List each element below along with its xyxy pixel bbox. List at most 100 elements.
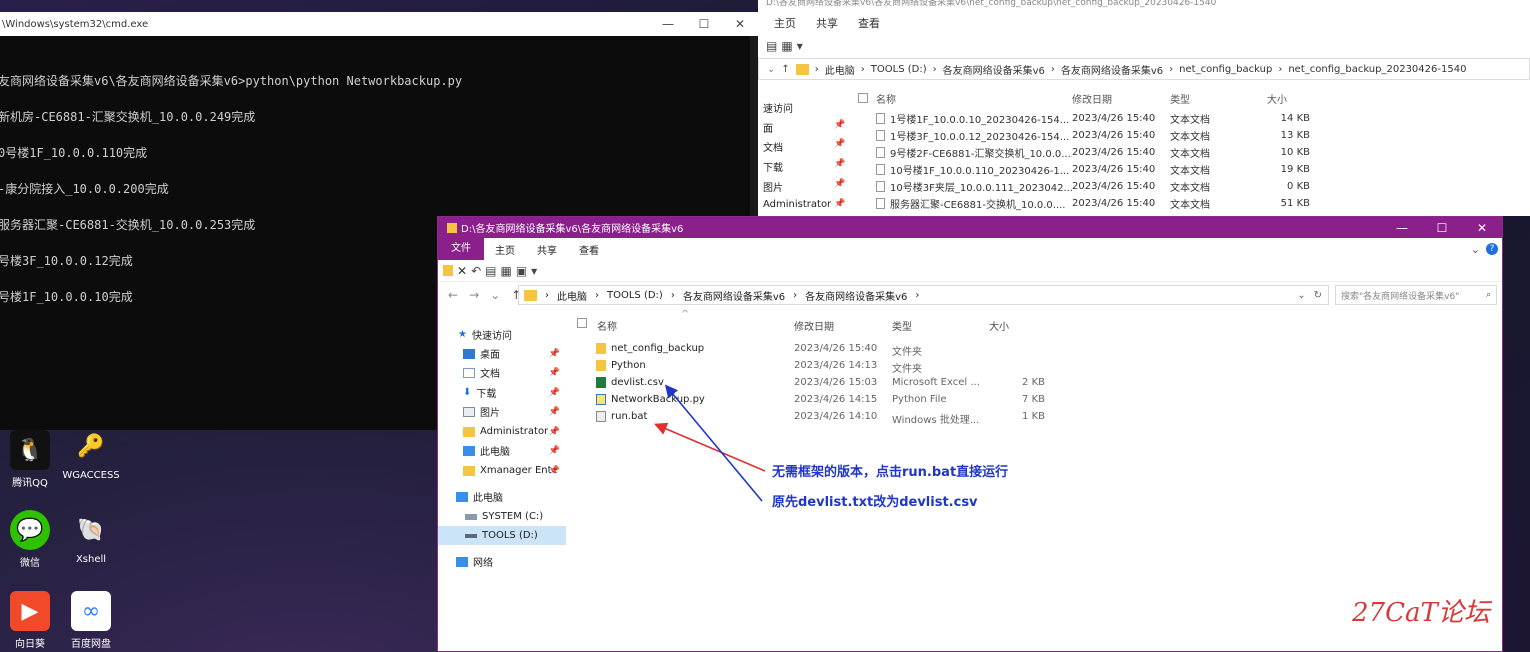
sidebar-item-system-c[interactable]: SYSTEM (C:) [438,507,566,526]
red-arrow [654,422,766,472]
properties-icon[interactable]: ▤ [766,39,777,53]
sidebar-item-documents[interactable]: 文档 📌 [438,363,566,382]
tab-home[interactable]: 主页 [764,15,806,31]
desktop-icon-sunflower[interactable]: ▶ 向日葵 [0,591,60,650]
nav-item[interactable]: 面 [763,120,773,135]
sidebar-item-tools-d[interactable]: TOOLS (D:) [438,526,566,545]
sidebar-item-network[interactable]: 网络 [438,552,566,571]
back-address-bar[interactable]: ⌄ ↑ › 此电脑 › TOOLS (D:) › 各友商网络设备采集v6 › 各… [758,58,1530,80]
back-explorer-title: D:\各友商网络设备采集v6\各友商网络设备采集v6\net_config_ba… [766,0,1217,8]
tab-share[interactable]: 共享 [806,15,848,31]
sidebar-item-desktop[interactable]: 桌面 📌 [438,344,566,363]
tab-view[interactable]: 查看 [568,242,610,257]
delete-icon[interactable]: ✕ [457,264,467,278]
refresh-icon[interactable]: ↻ [1314,290,1322,301]
table-row[interactable]: 9号楼2F-CE6881-汇聚交换机_10.0.0.... 2023/4/26 … [876,144,1498,161]
sidebar-item-pictures[interactable]: 图片 📌 [438,402,566,421]
file-type: 文本文档 [1170,166,1210,177]
back-explorer-window[interactable]: D:\各友商网络设备采集v6\各友商网络设备采集v6\net_config_ba… [758,0,1530,216]
sidebar-item-this-pc-pinned[interactable]: 此电脑 📌 [438,441,566,460]
front-explorer-window[interactable]: D:\各友商网络设备采集v6\各友商网络设备采集v6 — ☐ ✕ 文件 主页 共… [437,216,1503,652]
close-icon[interactable]: ✕ [1462,221,1502,235]
address-dropdown-icon[interactable]: ⌄ [1297,290,1305,301]
annotation-devlist: 原先devlist.txt改为devlist.csv [772,495,978,510]
recent-dropdown-icon[interactable]: ⌄ [490,288,500,302]
file-size: 14 KB [1280,113,1310,124]
undo-icon[interactable]: ↶ [471,264,481,278]
pin-icon: 📌 [548,367,560,378]
breadcrumb-item[interactable]: 各友商网络设备采集v6 [683,288,785,303]
close-icon[interactable]: ✕ [722,12,758,36]
breadcrumb-item[interactable]: 此电脑 [825,62,855,77]
file-type: 文本文档 [1170,132,1210,143]
pin-icon: 📌 [834,120,846,130]
pin-icon: 📌 [834,139,846,149]
breadcrumb-item[interactable]: net_config_backup [1179,64,1272,75]
sidebar-item-this-pc[interactable]: 此电脑 [438,487,566,506]
file-size: 0 KB [1287,181,1310,192]
expand-ribbon-icon[interactable]: ⌄ [1471,243,1486,256]
col-type[interactable]: 类型 [1170,91,1267,106]
desktop-icon-label: Xshell [75,554,107,565]
table-row[interactable]: 10号楼3F夹层_10.0.0.111_2023042... 2023/4/26… [876,178,1498,195]
dropdown-icon[interactable]: ▾ [797,39,803,53]
tab-share[interactable]: 共享 [526,242,568,257]
nav-item[interactable]: 图片 [763,179,783,194]
up-arrow-icon[interactable]: ↑ [781,64,789,75]
desktop-icon-wgaccess[interactable]: 🔑 WGACCESS [61,426,121,482]
breadcrumb-item[interactable]: 各友商网络设备采集v6 [943,62,1045,77]
desktop-icon-xshell[interactable]: 🐚 Xshell [61,510,121,566]
nav-item[interactable]: Administrator [763,199,831,210]
select-all-checkbox[interactable] [858,93,868,103]
tab-home[interactable]: 主页 [484,242,526,257]
cmd-title: \Windows\system32\cmd.exe [2,18,149,30]
desktop-icon-wechat[interactable]: 💬 微信 [0,510,60,569]
minimize-icon[interactable]: — [1382,221,1422,235]
sidebar-item-quick-access[interactable]: ★ 快速访问 [438,325,566,344]
maximize-icon[interactable]: ☐ [686,12,722,36]
sidebar-item-xmanager[interactable]: Xmanager Ente 📌 [438,461,566,480]
back-arrow-icon[interactable]: ← [448,288,458,302]
breadcrumb-item[interactable]: 此电脑 [557,288,587,303]
tab-file[interactable]: 文件 [438,238,484,260]
col-size[interactable]: 大小 [1267,91,1287,106]
nav-item[interactable]: 下载 [763,159,783,174]
properties-icon[interactable]: ▤ [485,264,496,278]
search-icon[interactable]: ⌕ [1486,290,1491,300]
search-input[interactable]: 搜索"各友商网络设备采集v6" ⌕ [1335,285,1497,305]
dropdown-icon[interactable]: ▾ [531,264,537,278]
breadcrumb-item[interactable]: TOOLS (D:) [871,64,927,75]
table-row[interactable]: 1号楼3F_10.0.0.12_20230426-154... 2023/4/2… [876,127,1498,144]
maximize-icon[interactable]: ☐ [1422,221,1462,235]
address-bar[interactable]: › 此电脑 › TOOLS (D:) › 各友商网络设备采集v6 › 各友商网络… [518,285,1329,305]
front-titlebar[interactable]: D:\各友商网络设备采集v6\各友商网络设备采集v6 — ☐ ✕ [438,217,1502,238]
table-row[interactable]: 服务器汇聚-CE6881-交换机_10.0.0.... 2023/4/26 15… [876,195,1498,212]
nav-item[interactable]: 速访问 [763,100,793,115]
table-row[interactable]: 1号楼1F_10.0.0.10_20230426-154... 2023/4/2… [876,110,1498,127]
new-folder-icon[interactable]: ▣ [516,264,527,278]
minimize-icon[interactable]: — [650,12,686,36]
down-arrow-icon[interactable]: ⌄ [767,64,775,75]
desktop-icon-qq[interactable]: 🐧 腾讯QQ [0,430,60,489]
view-icon[interactable]: ▦ [500,264,511,278]
sidebar-item-downloads[interactable]: ⬇ 下载 📌 [438,383,566,402]
nav-item[interactable]: 文档 [763,139,783,154]
col-name[interactable]: 名称 [876,91,1072,106]
desktop-icon-label: WGACCESS [62,470,120,481]
breadcrumb-item[interactable]: net_config_backup_20230426-1540 [1288,64,1466,75]
help-icon[interactable]: ? [1486,243,1498,255]
breadcrumb-item[interactable]: 各友商网络设备采集v6 [1061,62,1163,77]
breadcrumb-item[interactable]: TOOLS (D:) [607,290,663,301]
sidebar-item-administrator[interactable]: Administrator 📌 [438,422,566,441]
tab-view[interactable]: 查看 [848,15,890,31]
drive-icon [465,513,477,520]
file-size: 13 KB [1280,130,1310,141]
forward-arrow-icon[interactable]: → [469,288,479,302]
breadcrumb-item[interactable]: 各友商网络设备采集v6 [805,288,907,303]
cmd-titlebar[interactable]: \Windows\system32\cmd.exe — ☐ ✕ [0,12,758,36]
desktop-icon-baidu[interactable]: ∞ 百度网盘 [61,591,121,650]
table-row[interactable]: 10号楼1F_10.0.0.110_20230426-1... 2023/4/2… [876,161,1498,178]
col-date[interactable]: 修改日期 [1072,91,1170,106]
watermark: 27CaT论坛 [1352,598,1490,628]
new-folder-icon[interactable]: ▦ [781,39,792,53]
